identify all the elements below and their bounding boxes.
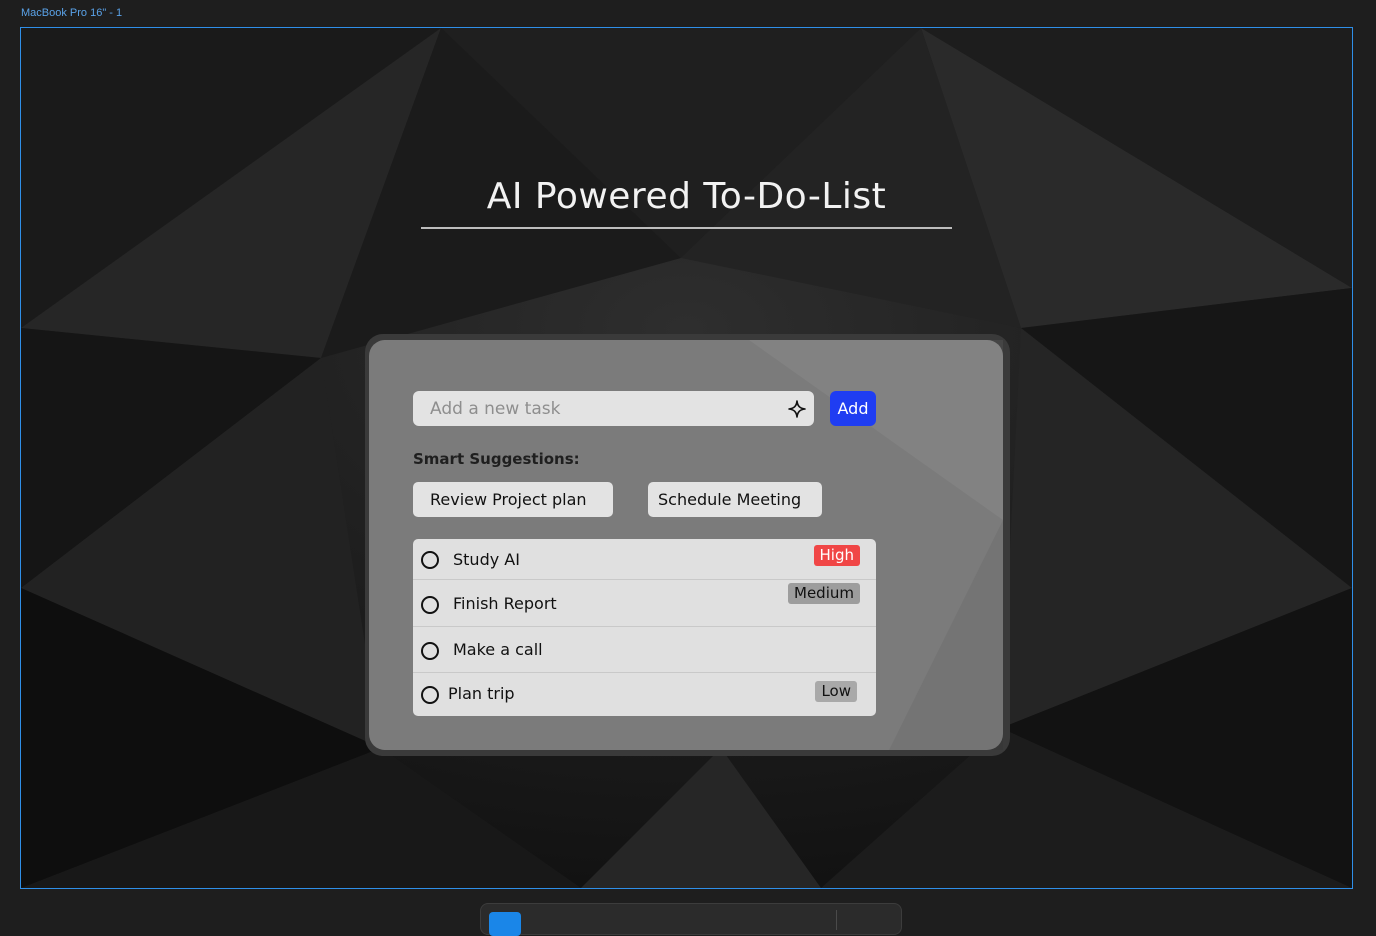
desktop-frame: AI Powered To-Do-List Add Smart Suggesti… [20,27,1353,889]
sparkle-icon[interactable] [788,400,806,418]
page-title: AI Powered To-Do-List [486,176,887,217]
move-tool-button[interactable] [489,912,521,936]
priority-badge-high: High [813,545,860,566]
task-name: Study AI [453,550,520,569]
priority-badge-medium: Medium [788,583,860,604]
bottom-toolbar [480,903,902,936]
smart-suggestions-label: Smart Suggestions: [413,450,580,468]
add-button[interactable]: Add [830,391,876,426]
circle-outline-icon[interactable] [421,686,439,704]
priority-badge-low: Low [815,681,857,702]
task-name: Finish Report [453,594,557,613]
todo-card: Add Smart Suggestions: Review Project pl… [369,340,1003,750]
circle-outline-icon[interactable] [421,596,439,614]
circle-outline-icon[interactable] [421,642,439,660]
circle-outline-icon[interactable] [421,551,439,569]
frame-label: MacBook Pro 16" - 1 [21,7,123,19]
task-row[interactable]: Finish Report Medium [413,580,876,627]
suggestion-chip-schedule-meeting[interactable]: Schedule Meeting [648,482,822,517]
title-underline [421,227,952,229]
new-task-input[interactable] [413,391,814,426]
task-name: Make a call [453,640,543,659]
toolbar-divider [836,910,837,930]
task-row[interactable]: Study AI High [413,539,876,580]
task-name: Plan trip [448,684,515,703]
task-row[interactable]: Make a call [413,627,876,673]
suggestion-chip-review-project-plan[interactable]: Review Project plan [413,482,613,517]
task-list: Study AI High Finish Report Medium Make … [413,539,876,716]
task-row[interactable]: Plan trip Low [413,673,876,716]
